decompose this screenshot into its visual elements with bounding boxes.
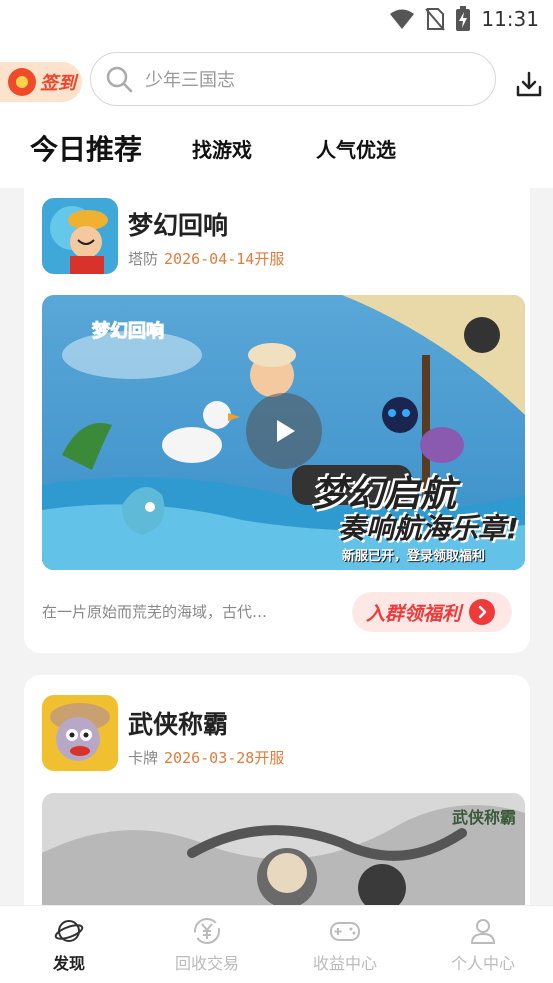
search-placeholder: 少年三国志	[145, 70, 235, 91]
game-meta: 塔防 2026-04-14开服	[128, 248, 284, 269]
game-meta: 卡牌 2026-03-28开服	[128, 747, 284, 768]
nav-label: 回收交易	[174, 954, 239, 973]
tab-find-games[interactable]: 找游戏	[192, 118, 252, 178]
gamepad-icon	[330, 922, 360, 941]
status-time: 11:31	[481, 7, 539, 31]
download-icon[interactable]	[514, 70, 544, 100]
game-icon	[42, 198, 118, 274]
planet-icon	[54, 920, 84, 942]
tab-bar: 今日推荐 找游戏 人气优选	[0, 118, 553, 178]
chevron-right-icon	[469, 599, 496, 625]
wifi-icon	[390, 9, 415, 29]
signin-button[interactable]: 签到	[0, 62, 82, 102]
signin-label: 签到	[40, 73, 76, 94]
game-title: 武侠称霸	[128, 710, 229, 739]
join-group-button[interactable]: 入群领福利	[352, 592, 512, 632]
nav-earnings[interactable]: 收益中心	[276, 906, 414, 983]
battery-charging-icon	[456, 6, 471, 31]
game-tag: 卡牌	[128, 749, 159, 767]
search-icon	[106, 66, 133, 93]
banner-logo-text: 梦幻回响	[92, 320, 164, 342]
status-icons: 11:31	[389, 6, 539, 32]
play-button[interactable]	[246, 393, 322, 469]
search-input[interactable]: 少年三国志	[90, 52, 496, 106]
banner-headline-2: 奏响航海乐章!	[338, 512, 519, 545]
banner-subtext: 新服已开，登录领取福利	[342, 549, 486, 564]
banner-logo-text: 武侠称霸	[452, 808, 516, 827]
tab-today-recommend[interactable]: 今日推荐	[30, 118, 142, 178]
nav-discover[interactable]: 发现	[0, 906, 138, 983]
tab-popular[interactable]: 人气优选	[316, 118, 396, 178]
bottom-nav: 发现 回收交易 收益中心 个人中心	[0, 905, 553, 983]
game-card[interactable]: 梦幻回响 塔防 2026-04-14开服 梦幻回响 梦幻启航 奏响航海乐章! 新…	[24, 170, 530, 653]
game-card[interactable]: 武侠称霸 卡牌 2026-03-28开服 武侠称霸	[24, 675, 530, 935]
coin-icon	[8, 68, 36, 96]
person-icon	[470, 919, 496, 944]
nav-profile[interactable]: 个人中心	[414, 906, 552, 983]
game-description: 在一片原始而荒芜的海域，古代…	[42, 603, 268, 621]
play-icon	[277, 420, 295, 442]
nav-label: 收益中心	[312, 954, 377, 973]
no-sim-icon	[425, 8, 446, 31]
join-group-label: 入群领福利	[366, 602, 462, 625]
game-tag: 塔防	[128, 250, 159, 268]
game-title: 梦幻回响	[128, 211, 229, 240]
nav-recycle-trade[interactable]: 回收交易	[138, 906, 276, 983]
game-open-date: 2026-03-28开服	[164, 749, 285, 767]
game-video-banner[interactable]: 梦幻回响 梦幻启航 奏响航海乐章! 新服已开，登录领取福利	[42, 295, 525, 570]
status-bar: 11:31	[0, 0, 553, 38]
nav-label: 个人中心	[450, 954, 515, 973]
game-open-date: 2026-04-14开服	[164, 250, 285, 268]
game-icon	[42, 695, 118, 771]
nav-label: 发现	[52, 954, 85, 973]
yen-recycle-icon	[194, 918, 220, 944]
